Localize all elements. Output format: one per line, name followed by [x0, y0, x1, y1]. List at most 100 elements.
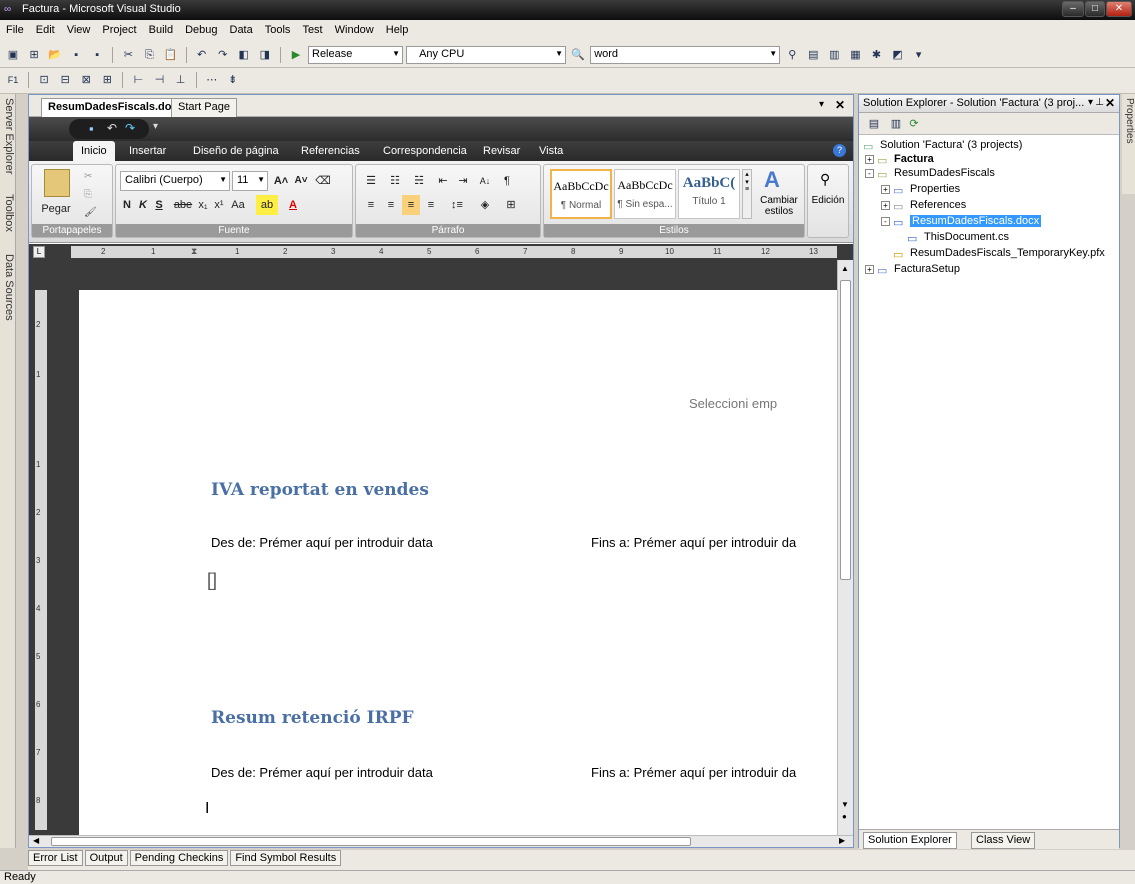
window-position-icon[interactable]: ▾ — [1088, 97, 1093, 108]
menu-file[interactable]: File — [0, 20, 30, 40]
tab-diseno-de-pagina[interactable]: Diseño de página — [185, 144, 287, 158]
tab-order-icon[interactable]: ⇟ — [225, 72, 241, 88]
document-page[interactable]: Seleccioni emp IVA reportat en vendes De… — [79, 290, 837, 835]
save-icon[interactable]: ▪ — [89, 121, 94, 136]
tab-insertar[interactable]: Insertar — [121, 144, 174, 158]
cut-icon[interactable]: ✂ — [84, 171, 92, 182]
tab-selector-icon[interactable]: L — [33, 246, 45, 258]
window-position-icon[interactable]: ▾ — [819, 99, 824, 110]
document-horizontal-scrollbar[interactable]: ◀ ▶ — [29, 835, 853, 847]
show-all-files-icon[interactable]: ▤ — [866, 116, 882, 132]
shrink-font-icon[interactable]: A˅ — [292, 171, 310, 191]
menu-debug[interactable]: Debug — [179, 20, 223, 40]
spacing-icon[interactable]: ⋯ — [204, 72, 220, 88]
add-item-icon[interactable]: ⊞ — [26, 47, 42, 63]
close-button[interactable]: ✕ — [1106, 1, 1132, 17]
save-icon[interactable]: ▪ — [68, 47, 84, 63]
style-titulo-1[interactable]: AaBbC( Título 1 — [678, 169, 740, 219]
show-marks-icon[interactable]: ¶ — [498, 171, 516, 191]
open-icon[interactable]: 📂 — [47, 47, 63, 63]
superscript-icon[interactable]: x¹ — [212, 195, 226, 215]
menu-build[interactable]: Build — [143, 20, 179, 40]
menu-project[interactable]: Project — [96, 20, 142, 40]
toolbox-tab[interactable]: Toolbox — [1, 194, 15, 232]
expand-icon[interactable]: + — [881, 185, 890, 194]
make-same-width-icon[interactable]: ⊢ — [130, 72, 146, 88]
object-browser-icon[interactable]: ▦ — [847, 47, 863, 63]
format-painter-icon[interactable]: 🖌 — [84, 207, 97, 218]
tab-resumdadesfiscals-docx[interactable]: ResumDadesFiscals.docx — [41, 98, 191, 117]
grow-font-icon[interactable]: A˄ — [272, 171, 290, 191]
cut-icon[interactable]: ✂ — [120, 47, 136, 63]
expand-icon[interactable]: + — [865, 265, 874, 274]
to-date-field[interactable]: Fins a: Prémer aquí per introduir da — [591, 535, 796, 550]
paste-icon[interactable]: 📋 — [163, 47, 179, 63]
line-spacing-icon[interactable]: ↕≡ — [446, 195, 468, 215]
new-project-icon[interactable]: ▣ — [5, 47, 21, 63]
justify-icon[interactable]: ≡ — [422, 195, 440, 215]
style-normal[interactable]: AaBbCcDc ¶ Normal — [550, 169, 612, 219]
bold-icon[interactable]: N — [120, 195, 134, 215]
server-explorer-icon[interactable]: ◩ — [890, 47, 906, 63]
sort-icon[interactable]: A↓ — [476, 171, 494, 191]
solution-config-combo[interactable]: Release ▼ — [308, 46, 403, 64]
refresh-icon[interactable]: ⟳ — [906, 116, 922, 132]
copy-icon[interactable]: ⎘ — [84, 189, 92, 200]
navigate-forward-icon[interactable]: ◨ — [257, 47, 273, 63]
tab-pending-checkins[interactable]: Pending Checkins — [129, 850, 229, 866]
tab-solution-explorer[interactable]: Solution Explorer — [863, 832, 957, 849]
toolbox-icon[interactable]: ✱ — [869, 47, 885, 63]
collapse-icon[interactable]: - — [865, 169, 874, 178]
tab-inicio[interactable]: Inicio — [73, 141, 115, 161]
menu-data[interactable]: Data — [224, 20, 259, 40]
tree-item-references[interactable]: + ▭ References — [881, 199, 966, 213]
borders-icon[interactable]: ⊞ — [500, 195, 522, 215]
clear-formatting-icon[interactable]: ⌫ — [314, 171, 332, 191]
paste-button[interactable]: Pegar — [36, 199, 76, 219]
increase-indent-icon[interactable]: ⇥ — [454, 171, 472, 191]
tree-item-resumdadesfiscals-docx[interactable]: - ▭ ResumDadesFiscals.docx — [881, 215, 1042, 229]
decrease-indent-icon[interactable]: ⇤ — [434, 171, 452, 191]
styles-gallery-scroll[interactable]: ▴ ▾ ≡ — [742, 169, 752, 219]
tree-item-resumdadesfiscals[interactable]: - ▭ ResumDadesFiscals — [865, 167, 995, 181]
document-vertical-scrollbar[interactable]: ▲ ▼ ● — [837, 260, 853, 835]
indent-marker-icon[interactable]: ⧗ — [191, 246, 197, 257]
tree-item-factura[interactable]: + ▭ Factura — [865, 153, 934, 167]
data-sources-tab[interactable]: Data Sources — [1, 254, 15, 321]
properties-tab[interactable]: Properties — [1122, 94, 1135, 194]
find-in-files-icon[interactable]: 🔍 — [570, 47, 586, 63]
scroll-thumb[interactable] — [840, 280, 851, 580]
align-grid-icon[interactable]: ⊡ — [36, 72, 52, 88]
change-case-icon[interactable]: Aa — [228, 195, 248, 215]
minimize-button[interactable]: – — [1062, 1, 1084, 17]
shading-icon[interactable]: ◈ — [474, 195, 496, 215]
multilevel-list-icon[interactable]: ☵ — [410, 171, 428, 191]
server-explorer-tab[interactable]: Server Explorer — [1, 98, 15, 174]
tab-vista[interactable]: Vista — [531, 144, 571, 158]
more-icon[interactable]: ▾ — [911, 47, 927, 63]
scroll-up-icon[interactable]: ▲ — [841, 264, 849, 273]
find-icon[interactable]: ⚲ — [784, 47, 800, 63]
align-right-icon[interactable]: ⊞ — [99, 72, 115, 88]
f1-help-icon[interactable]: F1 — [5, 72, 21, 88]
close-icon[interactable]: ✕ — [1105, 96, 1115, 110]
align-right-icon[interactable]: ≡ — [402, 195, 420, 215]
tab-referencias[interactable]: Referencias — [293, 144, 368, 158]
menu-view[interactable]: View — [61, 20, 97, 40]
undo-icon[interactable]: ↶ — [194, 47, 210, 63]
tab-revisar[interactable]: Revisar — [475, 144, 528, 158]
expand-icon[interactable]: + — [881, 201, 890, 210]
platform-combo[interactable]: Any CPU ▼ — [406, 46, 567, 64]
redo-icon[interactable]: ↷ — [125, 121, 135, 135]
hscroll-thumb[interactable] — [51, 837, 691, 846]
font-color-icon[interactable]: A — [284, 195, 302, 215]
style-sin-espaciado[interactable]: AaBbCcDc ¶ Sin espa... — [614, 169, 676, 219]
tab-find-symbol-results[interactable]: Find Symbol Results — [230, 850, 342, 866]
to-date-field[interactable]: Fins a: Prémer aquí per introduir da — [591, 765, 796, 780]
start-debugging-icon[interactable]: ▶ — [288, 47, 304, 63]
content-control[interactable]: [] — [207, 570, 217, 591]
from-date-field[interactable]: Des de: Prémer aquí per introduir data — [211, 765, 433, 780]
tree-item-facturasetup[interactable]: + ▭ FacturaSetup — [865, 263, 960, 277]
header-placeholder[interactable]: Seleccioni emp — [689, 396, 777, 411]
from-date-field[interactable]: Des de: Prémer aquí per introduir data — [211, 535, 433, 550]
